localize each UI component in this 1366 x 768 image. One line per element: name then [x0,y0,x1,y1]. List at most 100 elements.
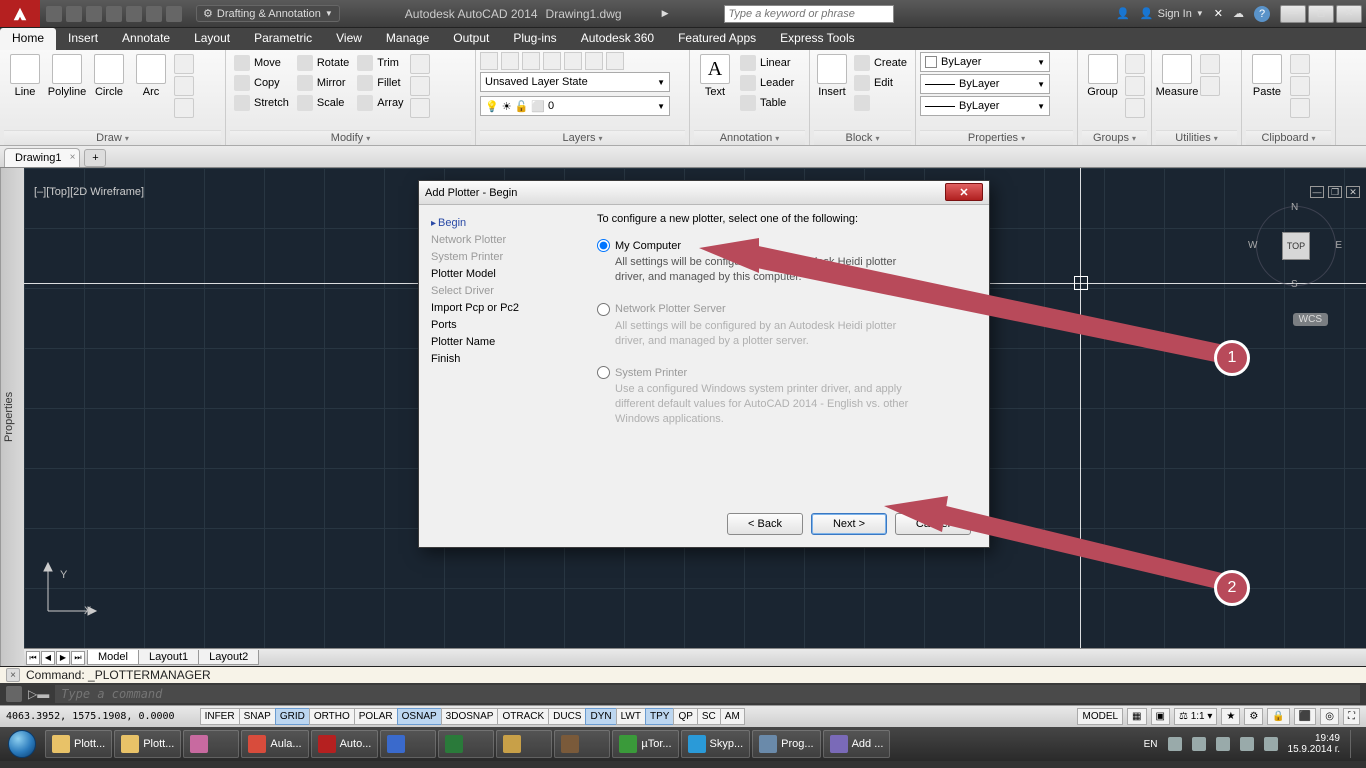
close-tab-icon[interactable]: × [70,152,76,163]
group-sel-button[interactable] [1125,98,1145,118]
toggle-am[interactable]: AM [720,708,745,725]
help-search-input[interactable] [724,5,894,23]
taskbar-item[interactable] [183,730,239,758]
tray-power-icon[interactable] [1264,737,1278,751]
coords-readout[interactable]: 4063.3952, 1575.1908, 0.0000 [0,711,181,722]
erase-button[interactable] [410,54,430,74]
ribbon-tab-plugins[interactable]: Plug-ins [501,28,568,50]
panel-title-annotation[interactable]: Annotation [694,130,805,145]
layer-match-icon[interactable] [606,52,624,70]
ribbon-tab-a360[interactable]: Autodesk 360 [569,28,666,50]
arc-button[interactable]: Arc [130,52,172,100]
radio-my-computer[interactable] [597,239,610,252]
rect-button[interactable] [174,54,194,74]
properties-palette-tab[interactable]: Properties [0,168,24,666]
taskbar-clock[interactable]: 19:4915.9.2014 г. [1288,733,1340,756]
measure-button[interactable]: Measure [1156,52,1198,100]
layer-freeze-icon[interactable] [543,52,561,70]
lock-ui-icon[interactable]: 🔒 [1267,708,1289,725]
stayconnected-icon[interactable]: ☁ [1233,7,1244,20]
toggle-polar[interactable]: POLAR [354,708,398,725]
hardware-accel-icon[interactable]: ⬛ [1294,708,1316,725]
exchange-icon[interactable]: ✕ [1214,7,1223,20]
annotation-scale[interactable]: ⚖ 1:1 ▾ [1174,708,1217,725]
document-tab[interactable]: Drawing1× [4,148,80,167]
paste-button[interactable]: Paste [1246,52,1288,100]
quick-calc-button[interactable] [1200,76,1220,96]
hatch-button[interactable] [174,98,194,118]
layer-states-icon[interactable] [501,52,519,70]
radio-network-server[interactable] [597,303,610,316]
lineweight-combo[interactable]: ByLayer▼ [920,74,1050,94]
toggle-dyn[interactable]: DYN [585,708,616,725]
tab-layout2[interactable]: Layout2 [198,650,259,665]
layer-combo[interactable]: 💡☀🔓⬜0 ▼ [480,96,670,116]
taskbar-item[interactable]: Plott... [114,730,181,758]
taskbar-item[interactable]: Auto... [311,730,379,758]
taskbar-item[interactable] [380,730,436,758]
layer-lock-icon[interactable] [564,52,582,70]
group-edit-button[interactable] [1125,76,1145,96]
drawing-canvas[interactable]: [–][Top][2D Wireframe] — ❐ ✕ TOP N S E W… [24,168,1366,666]
layout-nav[interactable]: ⏮◀▶⏭ [24,651,88,665]
minimize-button[interactable]: — [1280,5,1306,23]
quickview-layouts-icon[interactable]: ▦ [1127,708,1146,725]
clean-screen-icon[interactable]: ⛶ [1343,708,1360,725]
rotate-button[interactable]: Rotate [295,54,351,72]
copy-button[interactable]: Copy [232,74,291,92]
next-button[interactable]: Next > [811,513,887,535]
panel-title-block[interactable]: Block [814,130,911,145]
polyline-button[interactable]: Polyline [46,52,88,100]
dialog-close-button[interactable]: ✕ [945,183,983,201]
ungroup-button[interactable] [1125,54,1145,74]
annotation-visibility-icon[interactable]: ★ [1221,708,1240,725]
viewport-controls[interactable]: [–][Top][2D Wireframe] [34,186,144,198]
ribbon-tab-home[interactable]: Home [0,28,56,50]
ribbon-tab-featured[interactable]: Featured Apps [666,28,768,50]
layer-iso-icon[interactable] [522,52,540,70]
taskbar-item[interactable]: µTor... [612,730,678,758]
panel-title-utilities[interactable]: Utilities [1156,130,1237,145]
doc-restore-button[interactable]: ❐ [1328,186,1342,198]
panel-title-groups[interactable]: Groups [1082,130,1147,145]
qat-open-icon[interactable] [66,6,82,22]
taskbar-item[interactable]: Add ... [823,730,891,758]
close-cmd-history-icon[interactable]: × [6,668,20,682]
copy-clip-button[interactable] [1290,76,1310,96]
taskbar-item[interactable]: Prog... [752,730,820,758]
tray-action-icon[interactable] [1240,737,1254,751]
doc-close-button[interactable]: ✕ [1346,186,1360,198]
panel-title-properties[interactable]: Properties [920,130,1073,145]
infocenter-signin-icon[interactable]: 👤 [1116,7,1130,20]
wcs-badge[interactable]: WCS [1293,313,1328,326]
layer-state-combo[interactable]: Unsaved Layer State▼ [480,72,670,92]
back-button[interactable]: < Back [727,513,803,535]
insert-block-button[interactable]: Insert [814,52,850,100]
leader-button[interactable]: Leader [738,74,796,92]
tab-layout1[interactable]: Layout1 [138,650,199,665]
radio-system-printer[interactable] [597,366,610,379]
ribbon-tab-annotate[interactable]: Annotate [110,28,182,50]
modelspace-toggle[interactable]: MODEL [1077,708,1123,725]
array-button[interactable]: Array [355,94,405,112]
toggle-grid[interactable]: GRID [275,708,310,725]
title-arrow-icon[interactable]: ▶ [662,8,669,19]
mirror-button[interactable]: Mirror [295,74,351,92]
qat-redo-icon[interactable] [166,6,182,22]
close-button[interactable]: ✕ [1336,5,1362,23]
cut-button[interactable] [1290,54,1310,74]
qat-new-icon[interactable] [46,6,62,22]
help-icon[interactable]: ? [1254,6,1270,22]
tray-flag-icon[interactable] [1168,737,1182,751]
panel-title-clipboard[interactable]: Clipboard [1246,130,1331,145]
ribbon-tab-parametric[interactable]: Parametric [242,28,324,50]
taskbar-item[interactable]: Skyp... [681,730,751,758]
toggle-lwt[interactable]: LWT [616,708,646,725]
new-tab-button[interactable]: + [84,149,106,167]
toggle-sc[interactable]: SC [697,708,721,725]
taskbar-item[interactable] [438,730,494,758]
panel-title-modify[interactable]: Modify [230,130,471,145]
toggle-qp[interactable]: QP [673,708,697,725]
toggle-tpy[interactable]: TPY [645,708,674,725]
ellipse-button[interactable] [174,76,194,96]
